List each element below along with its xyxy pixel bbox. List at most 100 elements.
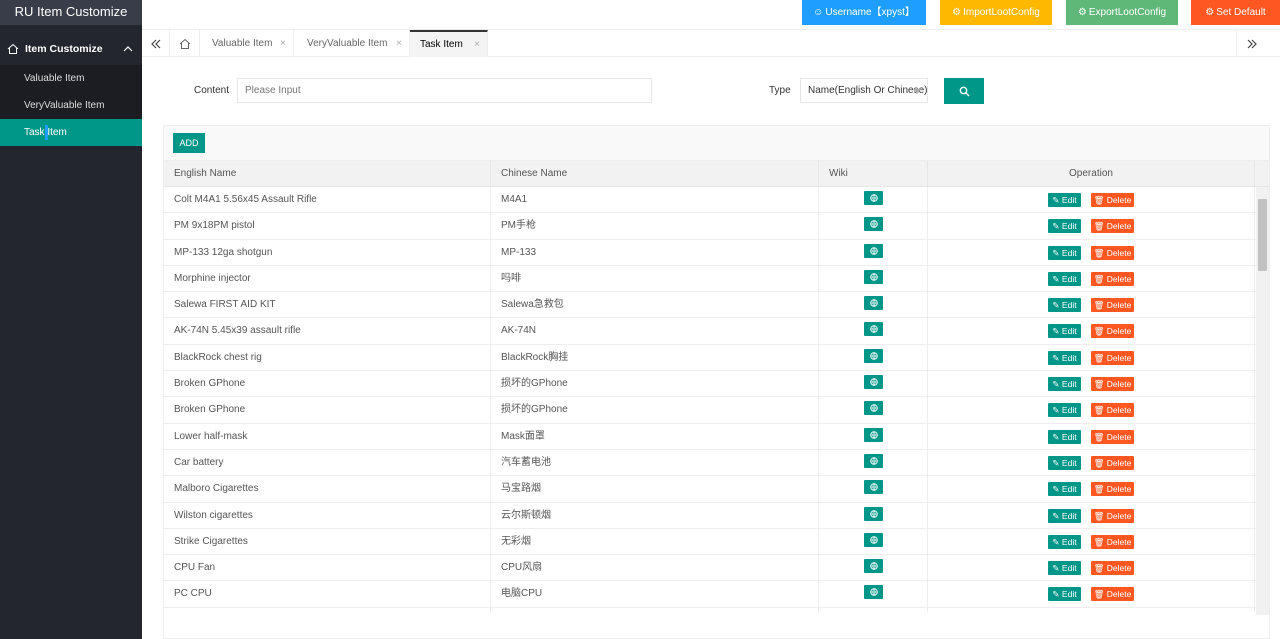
wiki-button[interactable] (864, 322, 883, 337)
sidebar-item-veryvaluable[interactable]: VeryValuable Item (0, 92, 142, 119)
edit-button[interactable]: ✎ Edit (1048, 561, 1081, 576)
username-button[interactable]: ☺ Username【xpyst】 (802, 0, 926, 25)
sidebar-item-valuable[interactable]: Valuable Item (0, 65, 142, 92)
edit-button[interactable]: ✎ Edit (1048, 403, 1081, 418)
delete-button[interactable]: 🗑 Delete (1091, 350, 1134, 365)
gear-icon: ⚙ (1077, 7, 1087, 18)
wiki-button[interactable] (864, 480, 883, 495)
tab-valuable-item[interactable]: Valuable Item × (199, 30, 294, 57)
edit-button[interactable]: ✎ Edit (1048, 350, 1081, 365)
wiki-button[interactable] (864, 585, 883, 600)
content-search-input[interactable] (237, 78, 652, 103)
wiki-button[interactable] (864, 506, 883, 521)
wiki-button[interactable] (864, 532, 883, 547)
delete-button[interactable]: 🗑 Delete (1091, 271, 1134, 286)
cell-chinese-name (491, 607, 819, 612)
delete-button[interactable]: 🗑 Delete (1091, 455, 1134, 470)
sidebar-item-task[interactable]: Task Item (0, 119, 142, 146)
tab-bar: Valuable Item × VeryValuable Item × Task… (142, 29, 1280, 57)
delete-button[interactable]: 🗑 Delete (1091, 219, 1134, 234)
tab-scroll-right[interactable] (1236, 30, 1266, 57)
edit-button[interactable]: ✎ Edit (1048, 245, 1081, 260)
close-icon[interactable]: × (396, 30, 402, 57)
edit-icon: ✎ (1052, 589, 1060, 600)
edit-button[interactable]: ✎ Edit (1048, 298, 1081, 313)
edit-button[interactable]: ✎ Edit (1048, 508, 1081, 523)
search-button[interactable] (944, 78, 984, 104)
add-button[interactable]: ADD (173, 133, 205, 153)
tab-scroll-left[interactable] (142, 30, 170, 57)
delete-button[interactable]: 🗑 Delete (1091, 298, 1134, 313)
edit-button[interactable]: ✎ Edit (1048, 271, 1081, 286)
set-default-button[interactable]: ⚙ Set Default (1191, 0, 1280, 25)
cell-wiki (819, 528, 928, 555)
wiki-button[interactable] (864, 401, 883, 416)
delete-button[interactable]: 🗑 Delete (1091, 377, 1134, 392)
delete-button[interactable]: 🗑 Delete (1091, 587, 1134, 602)
import-button[interactable]: ⚙ ImportLootConfig (940, 0, 1052, 25)
delete-button[interactable]: 🗑 Delete (1091, 534, 1134, 549)
scrollbar-thumb[interactable] (1258, 199, 1267, 271)
delete-button[interactable]: 🗑 Delete (1091, 429, 1134, 444)
edit-button[interactable]: ✎ Edit (1048, 193, 1081, 207)
edit-button[interactable]: ✎ Edit (1048, 219, 1081, 234)
tab-veryvaluable-item[interactable]: VeryValuable Item × (294, 30, 410, 57)
close-icon[interactable]: × (474, 32, 480, 57)
wiki-button[interactable] (864, 217, 883, 232)
header-wiki[interactable]: Wiki (819, 161, 928, 187)
wiki-button[interactable] (864, 427, 883, 442)
edit-button[interactable]: ✎ Edit (1048, 377, 1081, 392)
delete-label: Delete (1106, 221, 1132, 232)
cell-chinese-name: 损坏的GPhone (491, 397, 819, 424)
cell-wiki (819, 423, 928, 450)
cell-operation: ✎ Edit 🗑 Delete (928, 239, 1255, 266)
close-icon[interactable]: × (280, 30, 286, 57)
edit-button[interactable]: ✎ Edit (1048, 429, 1081, 444)
wiki-button[interactable] (864, 453, 883, 468)
cell-operation: ✎ Edit 🗑 Delete (928, 449, 1255, 476)
wiki-button[interactable] (864, 559, 883, 574)
edit-button[interactable]: ✎ Edit (1048, 324, 1081, 339)
cell-wiki (819, 213, 928, 240)
edit-label: Edit (1061, 195, 1077, 205)
header-english-name[interactable]: English Name (164, 161, 491, 187)
table-body: Colt M4A1 5.56x45 Assault Rifle M4A1 ✎ Edi… (164, 187, 1269, 612)
wiki-button[interactable] (864, 296, 883, 311)
type-select[interactable]: Name(English Or Chinese) (800, 78, 928, 103)
tab-task-item[interactable]: Task Item × (410, 30, 488, 57)
delete-button[interactable]: 🗑 Delete (1091, 482, 1134, 497)
edit-button[interactable]: ✎ Edit (1048, 534, 1081, 549)
delete-button[interactable]: 🗑 Delete (1091, 403, 1134, 418)
chevron-up-icon (123, 45, 133, 51)
delete-button[interactable]: 🗑 Delete (1091, 561, 1134, 576)
table-row: AK-74N 5.45x39 assault rifle AK-74N ✎ Edit… (164, 318, 1269, 345)
edit-button[interactable]: ✎ Edit (1048, 455, 1081, 470)
table-row: Strike Cigarettes 无彩烟 ✎ Edit 🗑 Delete (164, 528, 1269, 556)
nav-group-item-customize[interactable]: Item Customize (0, 36, 142, 61)
cell-english-name: Strike Cigarettes (164, 528, 491, 555)
delete-button[interactable]: 🗑 Delete (1091, 324, 1134, 339)
cell-chinese-name: AK-74N (491, 318, 819, 345)
delete-button[interactable]: 🗑 Delete (1091, 193, 1134, 207)
delete-button[interactable]: 🗑 Delete (1091, 245, 1134, 260)
header-chinese-name[interactable]: Chinese Name (491, 161, 819, 187)
table-row: Salewa FIRST AID KIT Salewa急救包 ✎ Edit 🗑 Del… (164, 292, 1269, 319)
table-scrollbar[interactable] (1256, 187, 1269, 615)
table-row: Malboro Cigarettes 马宝路烟 ✎ Edit 🗑 Delete (164, 476, 1269, 503)
delete-button[interactable]: 🗑 Delete (1091, 508, 1134, 523)
edit-button[interactable]: ✎ Edit (1048, 587, 1081, 602)
double-chevron-right-icon (1247, 39, 1257, 48)
wiki-button[interactable] (864, 191, 883, 205)
table-row: Broken GPhone 损坏的GPhone ✎ Edit 🗑 Delete (164, 371, 1269, 398)
tab-home[interactable] (170, 30, 200, 57)
cell-operation: ✎ Edit 🗑 Delete (928, 555, 1255, 582)
wiki-button[interactable] (864, 375, 883, 390)
cell-wiki (819, 318, 928, 345)
wiki-button[interactable] (864, 348, 883, 363)
export-button[interactable]: ⚙ ExportLootConfig (1066, 0, 1178, 25)
wiki-button[interactable] (864, 243, 883, 258)
edit-button[interactable]: ✎ Edit (1048, 482, 1081, 497)
wiki-button[interactable] (864, 269, 883, 284)
type-select-value: Name(English Or Chinese) (808, 85, 928, 96)
sidebar-item-label: VeryValuable Item (24, 100, 105, 111)
